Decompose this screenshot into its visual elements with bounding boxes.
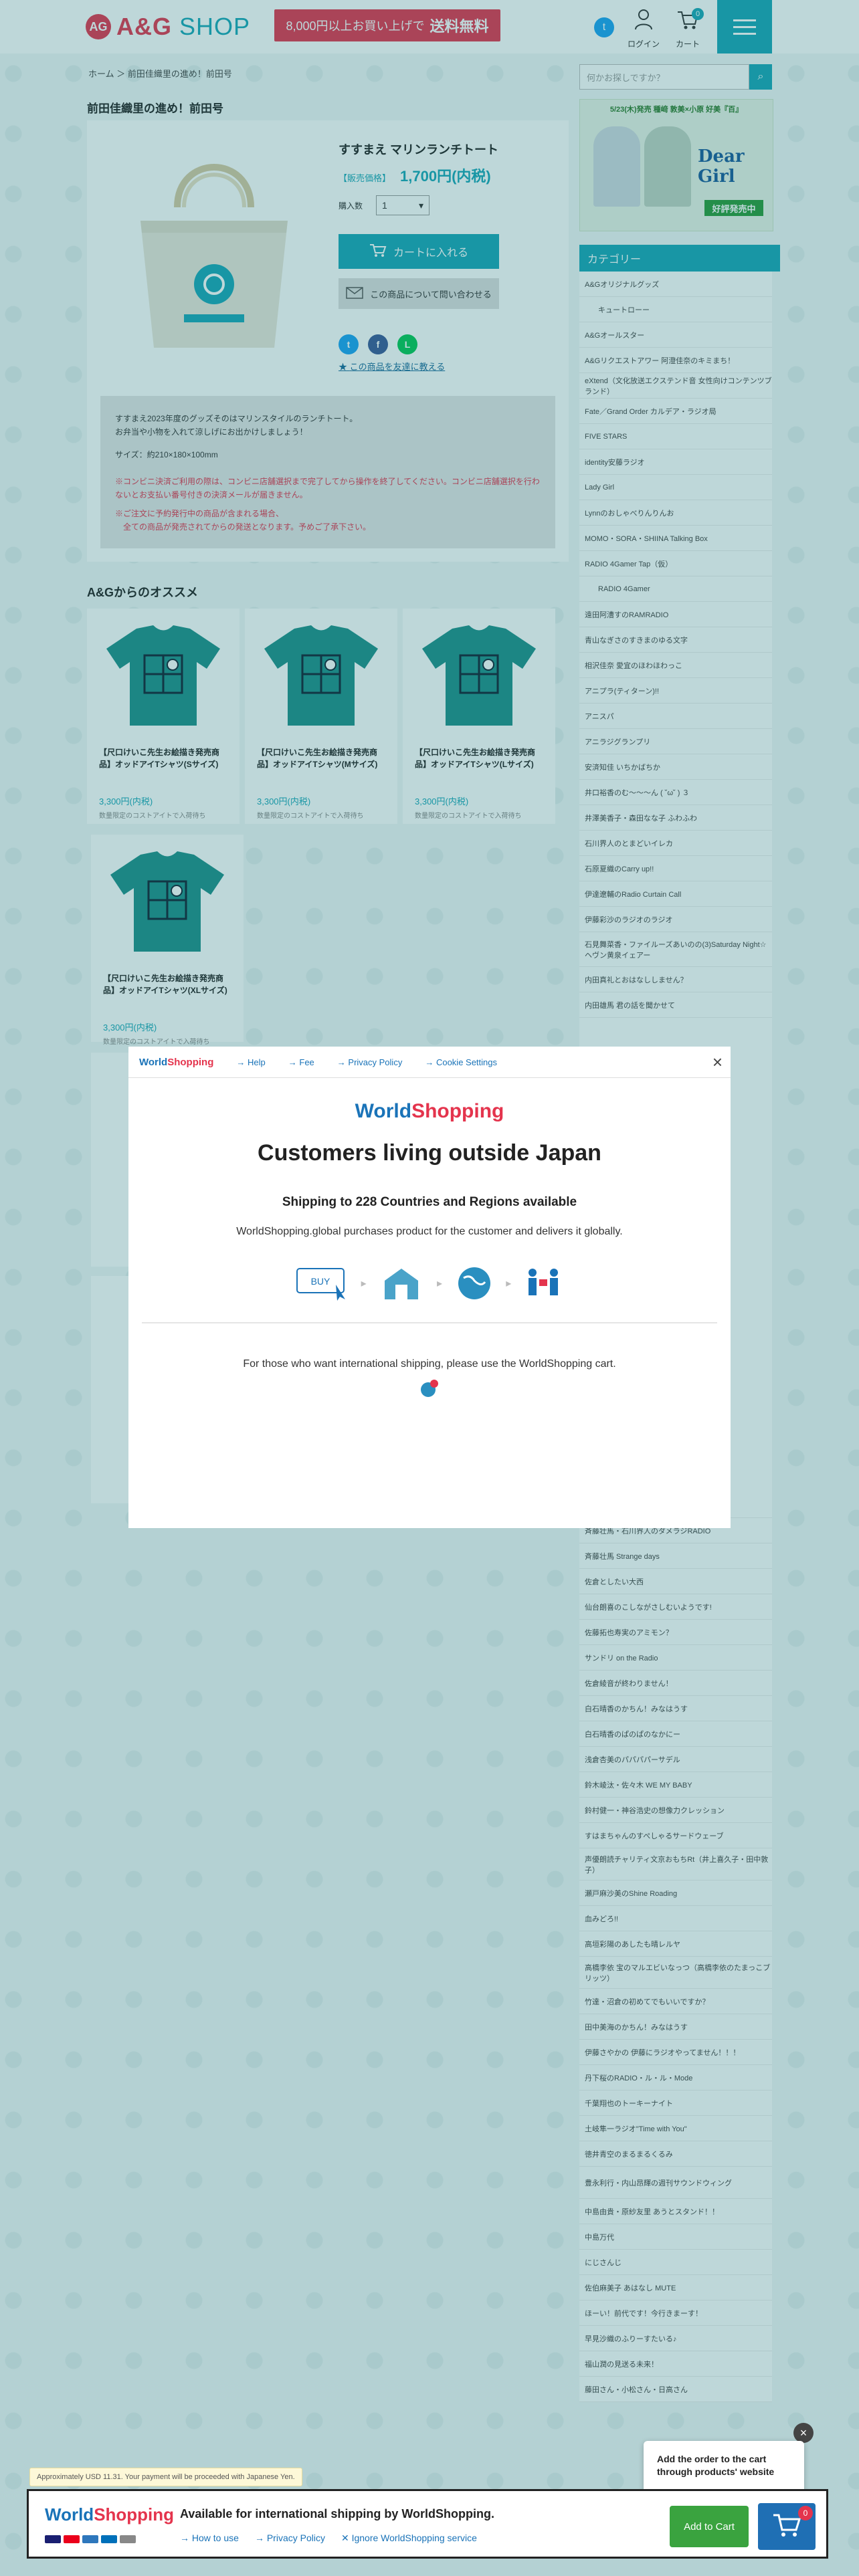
wsbar-link-label: How to use <box>191 2533 239 2543</box>
shipping-steps: BUY ▸ ▸ ▸ <box>296 1262 563 1305</box>
modal-link-cookie[interactable]: → Cookie Settings <box>425 1057 497 1067</box>
modal-link-privacy[interactable]: → Privacy Policy <box>337 1057 403 1067</box>
add-to-cart-ws-button[interactable]: Add to Cart <box>670 2506 749 2547</box>
modal-brand-a: World <box>139 1056 168 1068</box>
close-icon[interactable]: × <box>712 1053 723 1071</box>
modal-heading: Customers living outside Japan <box>258 1140 601 1166</box>
ignore-service-link[interactable]: ✕ Ignore WorldShopping service <box>341 2533 477 2544</box>
cart-tooltip-text: Add the order to the cart through produc… <box>657 2454 775 2477</box>
modal-subheading: Shipping to 228 Countries and Regions av… <box>282 1195 577 1209</box>
modal-link-fee[interactable]: → Fee <box>288 1057 314 1067</box>
wsbar-link-label: Ignore WorldShopping service <box>351 2533 477 2543</box>
card-icon <box>64 2535 80 2543</box>
modal-top-bar: WorldShopping → Help → Fee → Privacy Pol… <box>128 1047 731 1078</box>
modal-link-help[interactable]: → Help <box>236 1057 265 1067</box>
modal-logo-b: Shopping <box>411 1100 504 1122</box>
wsbar-logo-a: World <box>45 2504 94 2525</box>
buy-step-icon: BUY <box>296 1268 345 1301</box>
ws-cart-badge: 0 <box>798 2506 813 2520</box>
wsbar-links: → How to use → Privacy Policy ✕ Ignore W… <box>180 2533 477 2544</box>
modal-text: WorldShopping.global purchases product f… <box>236 1226 623 1237</box>
modal-logo-a: World <box>355 1100 412 1122</box>
modal-divider <box>142 1322 717 1323</box>
modal-link-label: Fee <box>299 1057 314 1067</box>
card-icon <box>101 2535 117 2543</box>
delivery-icon <box>528 1269 558 1295</box>
globe-icon <box>458 1267 490 1299</box>
wsbar-logo-b: Shopping <box>94 2504 175 2525</box>
ws-cart-icon[interactable] <box>419 1379 439 1399</box>
ws-cart-button[interactable]: 0 <box>758 2503 816 2550</box>
payment-cards <box>45 2535 136 2543</box>
modal-link-label: Privacy Policy <box>348 1057 403 1067</box>
worldshopping-bar: WorldShopping Available for internationa… <box>27 2489 828 2559</box>
card-icon <box>82 2535 98 2543</box>
card-icon <box>120 2535 136 2543</box>
modal-link-label: Cookie Settings <box>436 1057 498 1067</box>
cart-icon <box>772 2512 801 2541</box>
warehouse-icon <box>385 1269 419 1299</box>
card-icon <box>45 2535 61 2543</box>
buy-step-label: BUY <box>311 1276 330 1287</box>
modal-logo: WorldShopping <box>128 1100 731 1123</box>
wsbar-link-label: Privacy Policy <box>266 2533 325 2543</box>
modal-brand: WorldShopping <box>139 1057 213 1068</box>
wsbar-logo: WorldShopping <box>45 2504 174 2525</box>
worldshopping-modal: WorldShopping → Help → Fee → Privacy Pol… <box>128 1047 731 1528</box>
modal-brand-b: Shopping <box>167 1056 214 1068</box>
approx-price-note: Approximately USD 11.31. Your payment wi… <box>29 2468 302 2486</box>
wsbar-title: Available for international shipping by … <box>180 2507 495 2520</box>
modal-footer-text: For those who want international shippin… <box>243 1358 616 1370</box>
privacy-policy-link[interactable]: → Privacy Policy <box>255 2533 325 2544</box>
modal-link-label: Help <box>248 1057 266 1067</box>
close-icon[interactable]: × <box>793 2423 814 2443</box>
how-to-use-link[interactable]: → How to use <box>180 2533 239 2544</box>
